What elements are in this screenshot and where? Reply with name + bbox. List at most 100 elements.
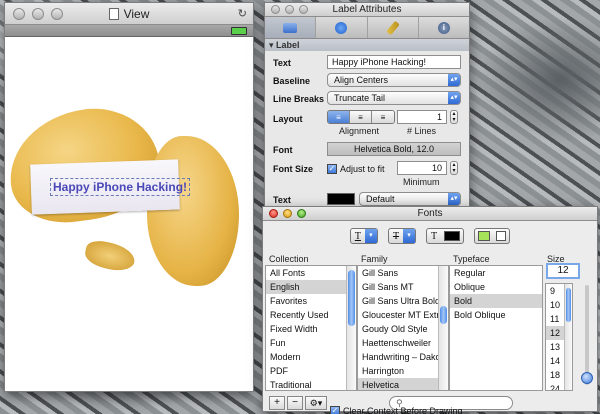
action-menu-button[interactable]: ⚙▾ — [305, 396, 327, 410]
add-collection-button[interactable]: + — [269, 396, 285, 410]
zoom-button[interactable] — [297, 209, 306, 218]
rotate-icon[interactable]: ↻ — [238, 7, 247, 20]
family-item[interactable]: Gill Sans Ultra Bold — [358, 294, 448, 308]
family-item[interactable]: Harrington — [358, 364, 448, 378]
chevron-down-icon: ▾ — [364, 229, 377, 243]
view-window[interactable]: View ↻ Happy iPhone Hacking! — [4, 2, 254, 392]
font-row: Font — [273, 145, 293, 155]
family-item[interactable]: Helvetica — [358, 378, 448, 390]
family-item[interactable]: Gloucester MT Extra — [358, 308, 448, 322]
minimize-button[interactable] — [283, 209, 292, 218]
minimize-button[interactable] — [32, 8, 44, 20]
zoom-button[interactable] — [51, 8, 63, 20]
connections-icon — [335, 21, 348, 34]
tab-size[interactable] — [368, 17, 419, 38]
tab-attributes[interactable] — [265, 17, 317, 38]
baseline-value: Align Centers — [334, 75, 389, 85]
fonts-panel[interactable]: Fonts T ▾ T ▾ T Collection Family Typeface… — [262, 206, 598, 412]
text-color-popup[interactable]: Default ▴▾ — [359, 192, 461, 206]
typeface-item[interactable]: Regular — [450, 266, 542, 280]
happy-label[interactable]: Happy iPhone Hacking! — [50, 178, 191, 196]
lines-field[interactable]: 1 — [397, 110, 447, 124]
view-titlebar[interactable]: View ↻ — [5, 3, 253, 25]
family-item[interactable]: Haettenschweiler — [358, 336, 448, 350]
family-item[interactable]: Gill Sans MT — [358, 280, 448, 294]
font-size-label: Font Size — [273, 164, 313, 174]
collection-item[interactable]: Fun — [266, 336, 356, 350]
view-canvas[interactable]: Happy iPhone Hacking! — [5, 38, 253, 391]
adjust-to-fit-checkbox[interactable]: ✓ Adjust to fit — [327, 164, 385, 174]
collection-list[interactable]: All Fonts English Favorites Recently Used Fi… — [265, 265, 357, 391]
collection-item[interactable]: English — [266, 280, 356, 294]
typeface-item[interactable]: Oblique — [450, 280, 542, 294]
strikethrough-menu-button[interactable]: T ▾ — [387, 228, 417, 244]
collection-item[interactable]: Traditional — [266, 378, 356, 390]
minimize-button[interactable] — [285, 5, 294, 14]
chevron-down-icon: ▾ — [403, 229, 416, 243]
lines-stepper[interactable]: ▴ ▾ — [450, 110, 458, 124]
baseline-popup[interactable]: Align Centers ▴▾ — [327, 73, 461, 87]
align-right-icon[interactable]: ≡ — [372, 111, 394, 123]
minimum-stepper[interactable]: ▴ ▾ — [450, 161, 458, 175]
close-button[interactable] — [13, 8, 25, 20]
line-breaks-row: Line Breaks — [273, 94, 324, 104]
window-controls — [13, 8, 63, 20]
document-color-button[interactable] — [474, 228, 511, 244]
alignment-segmented-control[interactable]: ≡ ≡ ≡ — [327, 110, 395, 124]
collection-item[interactable]: All Fonts — [266, 266, 356, 280]
minimum-font-field[interactable]: 10 — [397, 161, 447, 175]
collection-item[interactable]: Modern — [266, 350, 356, 364]
collection-item[interactable]: Recently Used — [266, 308, 356, 322]
baseline-row: Baseline — [273, 76, 310, 86]
text-color-well[interactable] — [327, 193, 355, 205]
family-item[interactable]: Gill Sans — [358, 266, 448, 280]
section-header-label[interactable]: ▾ Label — [265, 39, 469, 51]
size-slider-track[interactable] — [585, 285, 589, 385]
label-attributes-inspector[interactable]: Label Attributes i ▾ Label Text Happy iP… — [264, 2, 470, 210]
layout-label: Layout — [273, 114, 303, 124]
family-item[interactable]: Goudy Old Style — [358, 322, 448, 336]
size-input[interactable]: 12 — [546, 263, 580, 279]
text-color-label: Text — [273, 195, 291, 205]
battery-icon — [231, 27, 247, 35]
tab-connections[interactable] — [316, 17, 368, 38]
size-scrollbar[interactable] — [564, 284, 572, 390]
family-list[interactable]: Gill Sans Gill Sans MT Gill Sans Ultra Bol… — [357, 265, 449, 391]
line-breaks-label: Line Breaks — [273, 94, 325, 104]
typeface-item[interactable]: Bold — [450, 294, 542, 308]
zoom-button[interactable] — [299, 5, 308, 14]
font-label: Font — [273, 145, 293, 155]
size-list[interactable]: 9 10 11 12 13 14 18 24 — [545, 283, 573, 391]
collection-item[interactable]: Fixed Width — [266, 322, 356, 336]
family-item[interactable]: Handwriting – Dakota — [358, 350, 448, 364]
strikethrough-icon: T — [392, 230, 400, 242]
text-color-icon: T — [431, 230, 438, 242]
scroll-thumb[interactable] — [440, 306, 447, 324]
typeface-list[interactable]: Regular Oblique Bold Bold Oblique — [449, 265, 543, 391]
scroll-thumb[interactable] — [566, 288, 571, 322]
line-breaks-popup[interactable]: Truncate Tail ▴▾ — [327, 91, 461, 105]
inspector-titlebar[interactable]: Label Attributes — [265, 3, 469, 17]
family-scrollbar[interactable] — [438, 266, 448, 390]
align-left-icon[interactable]: ≡ — [328, 111, 350, 123]
view-window-title: View — [123, 6, 150, 21]
remove-collection-button[interactable]: − — [287, 396, 303, 410]
text-color-button[interactable]: T — [426, 228, 465, 244]
collection-item[interactable]: Favorites — [266, 294, 356, 308]
size-slider-knob[interactable] — [581, 372, 593, 384]
underline-menu-button[interactable]: T ▾ — [349, 228, 378, 244]
collection-item[interactable]: PDF — [266, 364, 356, 378]
align-center-icon[interactable]: ≡ — [350, 111, 372, 123]
close-button[interactable] — [271, 5, 280, 14]
tab-identity[interactable]: i — [419, 17, 469, 38]
font-display[interactable]: Helvetica Bold, 12.0 — [327, 142, 461, 156]
close-button[interactable] — [269, 209, 278, 218]
fonts-titlebar[interactable]: Fonts — [263, 207, 597, 221]
scroll-thumb[interactable] — [348, 270, 355, 326]
font-size-row: Font Size — [273, 164, 313, 174]
collection-scrollbar[interactable] — [346, 266, 356, 390]
attributes-icon — [283, 22, 298, 33]
text-field[interactable]: Happy iPhone Hacking! — [327, 55, 461, 69]
typeface-item[interactable]: Bold Oblique — [450, 308, 542, 322]
clear-context-checkbox[interactable]: ✓ Clear Context Before Drawing — [330, 406, 463, 414]
